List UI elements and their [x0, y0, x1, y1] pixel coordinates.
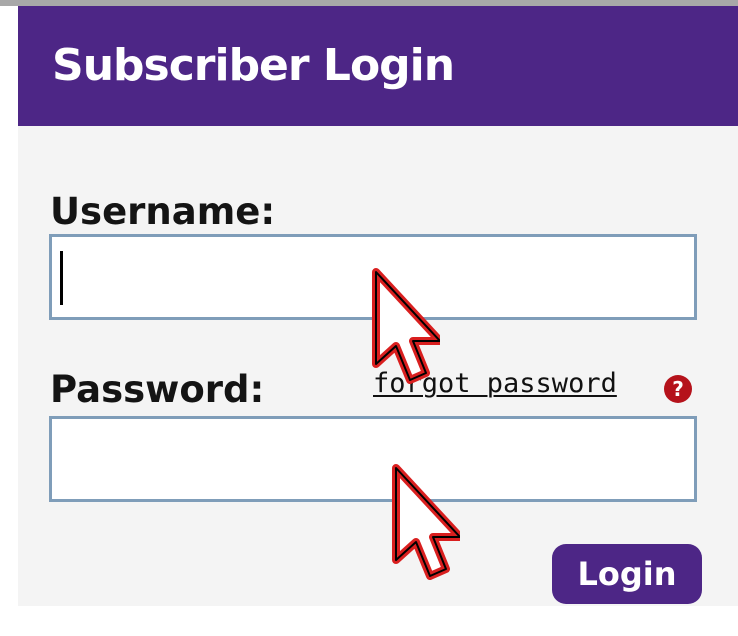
- login-title: Subscriber Login: [52, 40, 455, 91]
- username-label: Username:: [50, 190, 276, 233]
- login-header: Subscriber Login: [18, 6, 738, 126]
- text-caret: [60, 251, 63, 305]
- question-mark-icon[interactable]: ?: [664, 375, 692, 403]
- mouse-pointer-icon: [392, 464, 460, 580]
- mouse-pointer-icon: [372, 268, 440, 384]
- subscriber-login-panel: Subscriber Login Username: Password: for…: [18, 6, 738, 606]
- password-input[interactable]: [49, 416, 697, 502]
- login-button[interactable]: Login: [552, 544, 702, 604]
- password-label: Password:: [50, 368, 265, 411]
